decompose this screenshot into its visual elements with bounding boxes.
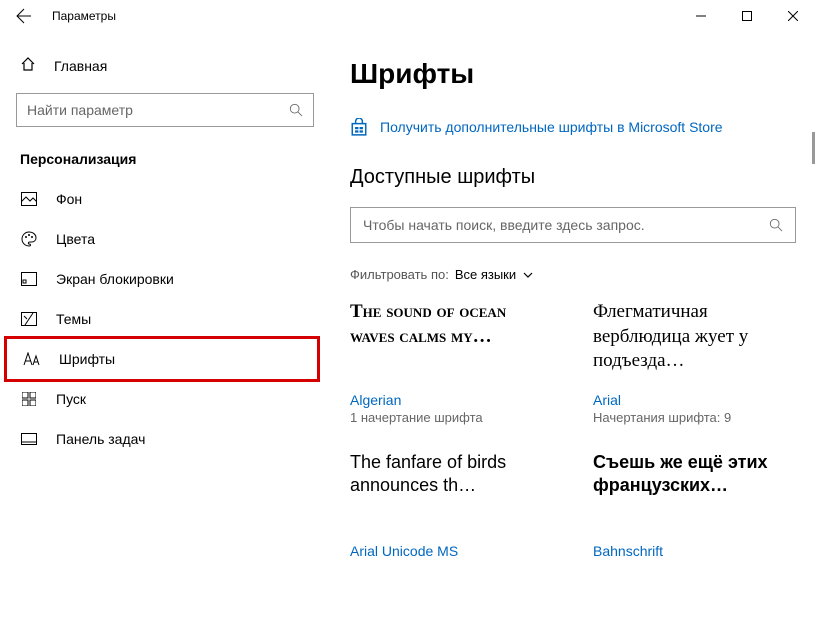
font-card[interactable]: The fanfare of birds announces th… Arial… [350, 451, 553, 561]
font-name: Arial [593, 392, 796, 408]
store-link[interactable]: Получить дополнительные шрифты в Microso… [350, 118, 796, 136]
sidebar-item-label: Пуск [56, 391, 86, 407]
sidebar-search-placeholder: Найти параметр [27, 102, 289, 118]
image-icon [20, 192, 38, 206]
font-sample: Съешь же ещё этих французских… [593, 451, 796, 533]
font-search-input[interactable]: Чтобы начать поиск, введите здесь запрос… [350, 207, 796, 243]
taskbar-icon [20, 433, 38, 445]
home-icon [20, 56, 36, 75]
palette-icon [20, 231, 38, 247]
font-sample: The sound of ocean waves calms my… [350, 300, 553, 382]
window-title: Параметры [52, 9, 116, 23]
sidebar-search-input[interactable]: Найти параметр [16, 93, 314, 127]
font-name: Bahnschrift [593, 543, 796, 559]
close-button[interactable] [770, 0, 816, 32]
minimize-button[interactable] [678, 0, 724, 32]
font-card[interactable]: Флегматичная верблюдица жует у подъезда…… [593, 300, 796, 425]
sidebar: Главная Найти параметр Персонализация Фо… [0, 32, 330, 633]
minimize-icon [696, 11, 706, 21]
font-card[interactable]: Съешь же ещё этих французских… Bahnschri… [593, 451, 796, 561]
sidebar-item-background[interactable]: Фон [0, 179, 330, 219]
font-meta: 1 начертание шрифта [350, 410, 553, 425]
font-card[interactable]: The sound of ocean waves calms my… Alger… [350, 300, 553, 425]
close-icon [788, 11, 798, 21]
filter-value: Все языки [455, 267, 516, 282]
store-icon [350, 118, 368, 136]
font-sample: The fanfare of birds announces th… [350, 451, 553, 533]
sidebar-home[interactable]: Главная [0, 46, 330, 85]
sidebar-item-colors[interactable]: Цвета [0, 219, 330, 259]
sidebar-item-label: Цвета [56, 231, 95, 247]
scrollbar-thumb[interactable] [812, 132, 815, 164]
sidebar-item-label: Фон [56, 191, 82, 207]
sidebar-item-label: Экран блокировки [56, 271, 174, 287]
font-meta: Начертания шрифта: 9 [593, 410, 796, 425]
page-title: Шрифты [350, 58, 796, 90]
filter-row[interactable]: Фильтровать по: Все языки [350, 267, 796, 282]
search-icon [769, 218, 783, 232]
sidebar-item-taskbar[interactable]: Панель задач [0, 419, 330, 459]
lockscreen-icon [20, 272, 38, 286]
maximize-icon [742, 11, 752, 21]
sidebar-item-start[interactable]: Пуск [0, 379, 330, 419]
main-content: Шрифты Получить дополнительные шрифты в … [330, 32, 816, 633]
maximize-button[interactable] [724, 0, 770, 32]
titlebar: Параметры [0, 0, 816, 32]
store-link-text: Получить дополнительные шрифты в Microso… [380, 119, 723, 135]
sidebar-item-label: Темы [56, 311, 91, 327]
sidebar-item-fonts[interactable]: Шрифты [4, 336, 320, 382]
sidebar-home-label: Главная [54, 58, 107, 74]
sidebar-item-label: Панель задач [56, 431, 145, 447]
start-icon [20, 392, 38, 406]
sidebar-section-title: Персонализация [0, 127, 330, 179]
sidebar-item-themes[interactable]: Темы [0, 299, 330, 339]
sidebar-item-lockscreen[interactable]: Экран блокировки [0, 259, 330, 299]
arrow-left-icon [16, 8, 32, 24]
chevron-down-icon [522, 269, 534, 281]
search-icon [289, 103, 303, 117]
font-search-placeholder: Чтобы начать поиск, введите здесь запрос… [363, 217, 769, 233]
themes-icon [20, 312, 38, 326]
font-icon [23, 352, 41, 366]
font-sample: Флегматичная верблюдица жует у подъезда… [593, 300, 796, 382]
filter-label: Фильтровать по: [350, 267, 449, 282]
font-name: Algerian [350, 392, 553, 408]
font-name: Arial Unicode MS [350, 543, 553, 559]
back-button[interactable] [8, 0, 40, 32]
sidebar-item-label: Шрифты [59, 351, 115, 367]
available-fonts-heading: Доступные шрифты [350, 166, 796, 189]
